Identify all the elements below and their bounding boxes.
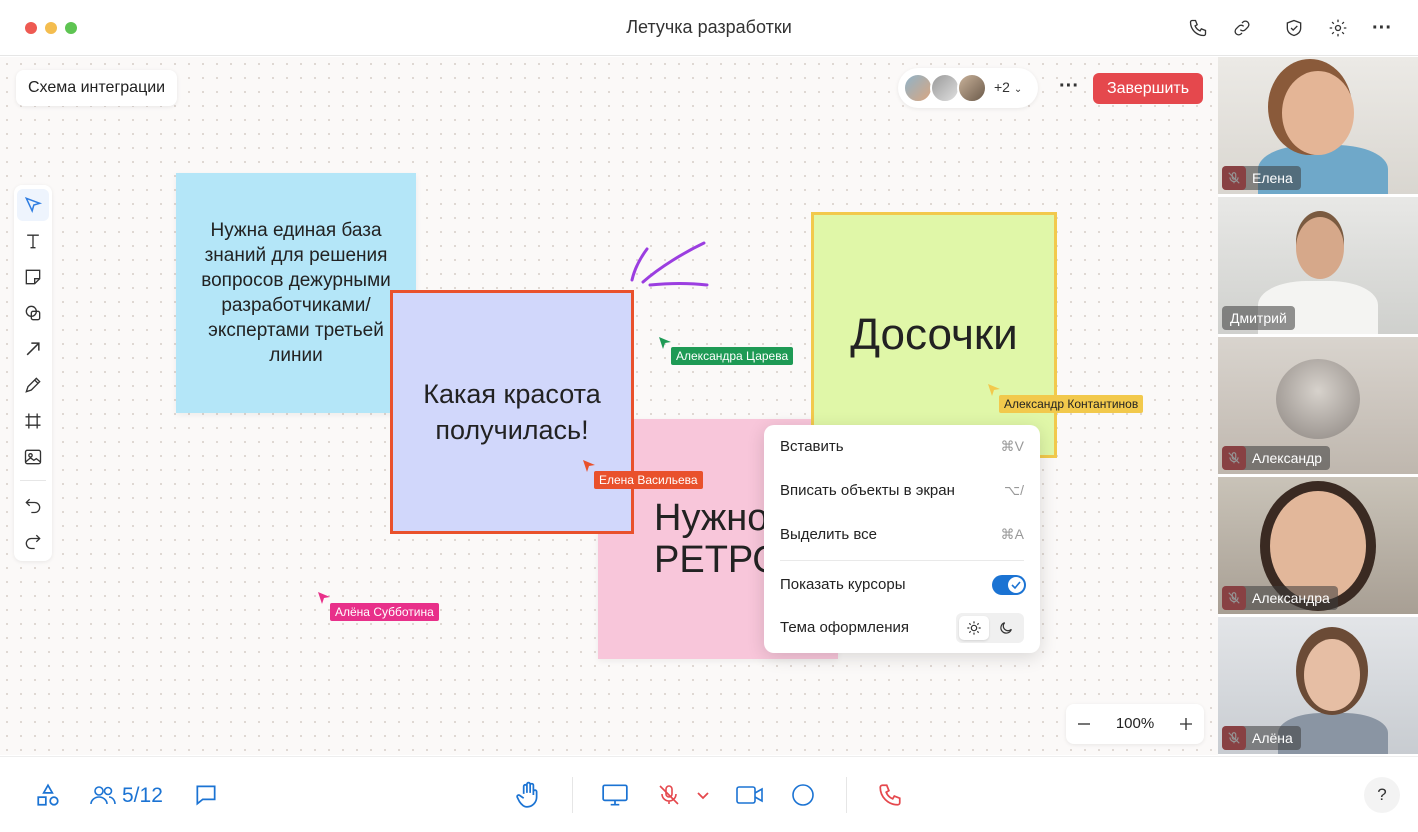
avatar [957, 73, 987, 103]
link-icon[interactable] [1230, 16, 1254, 40]
moon-icon[interactable] [991, 616, 1021, 640]
frame-tool-icon[interactable] [17, 405, 49, 437]
sticky-note-tool-icon[interactable] [17, 261, 49, 293]
cat-silhouette [1276, 359, 1360, 439]
shapes-icon[interactable] [34, 781, 62, 809]
menu-divider [780, 560, 1024, 561]
image-tool-icon[interactable] [17, 441, 49, 473]
select-tool-icon[interactable] [17, 189, 49, 221]
cursor-label: Алёна Субботина [330, 603, 439, 621]
whiteboard-canvas[interactable]: Схема интеграции +2 ⌄ ··· Завершить Нужн… [0, 57, 1218, 755]
toolbar-divider [20, 480, 46, 481]
sticky-note-purple[interactable]: Какая красота получилась! [390, 290, 634, 534]
finish-button[interactable]: Завершить [1093, 73, 1203, 104]
redo-icon[interactable] [17, 525, 49, 557]
participant-name: Дмитрий [1222, 306, 1295, 330]
toggle-knob [1008, 577, 1024, 593]
show-cursors-toggle[interactable] [992, 575, 1026, 595]
avatar [903, 73, 933, 103]
text-tool-icon[interactable] [17, 225, 49, 257]
participant-name: Александра [1222, 586, 1338, 610]
person-silhouette [1296, 217, 1344, 279]
call-controls-bar: 5/12 ? [0, 756, 1418, 832]
phone-icon[interactable] [1186, 16, 1210, 40]
undo-icon[interactable] [17, 489, 49, 521]
pen-drawing[interactable] [625, 237, 715, 287]
person-silhouette [1270, 491, 1366, 601]
participant-name: Елена [1222, 166, 1301, 190]
controls-divider [572, 777, 573, 813]
chevron-down-icon[interactable] [694, 781, 712, 809]
help-button[interactable]: ? [1364, 777, 1400, 813]
controls-divider [846, 777, 847, 813]
video-tile[interactable]: Елена [1218, 57, 1418, 194]
person-silhouette [1282, 71, 1354, 155]
menu-item-paste[interactable]: Вставить ⌘V [780, 435, 1024, 459]
cursor-pointer-icon [659, 337, 671, 349]
context-menu: Вставить ⌘V Вписать объекты в экран ⌥/ В… [764, 425, 1040, 653]
zoom-control: 100% [1066, 704, 1204, 744]
participants-count[interactable]: 5/12 [122, 784, 163, 808]
menu-item-select-all[interactable]: Выделить все ⌘A [780, 523, 1024, 547]
arrow-tool-icon[interactable] [17, 333, 49, 365]
record-icon[interactable] [790, 781, 816, 809]
video-tile[interactable]: Дмитрий [1218, 197, 1418, 334]
check-icon [1011, 581, 1021, 590]
video-tile[interactable]: Александра [1218, 477, 1418, 614]
end-call-icon[interactable] [876, 781, 904, 809]
raise-hand-icon[interactable] [514, 781, 542, 809]
theme-switch [956, 613, 1024, 643]
mic-off-icon[interactable] [656, 781, 682, 809]
more-menu-icon[interactable]: ··· [1370, 16, 1394, 40]
video-tile[interactable]: Алёна [1218, 617, 1418, 754]
cursor-label: Александра Царева [671, 347, 794, 365]
avatar [930, 73, 960, 103]
participant-name: Александр [1222, 446, 1331, 470]
cursor-label: Александр Контантинов [999, 395, 1144, 413]
video-panel: Елена Дмитрий Александр Александра Алёна [1218, 57, 1418, 755]
participants-icon[interactable] [88, 781, 118, 809]
shapes-tool-icon[interactable] [17, 297, 49, 329]
cursor-label: Елена Васильева [594, 471, 703, 489]
menu-item-fit-to-screen[interactable]: Вписать объекты в экран ⌥/ [780, 479, 1024, 503]
screen-share-icon[interactable] [600, 781, 630, 809]
gear-icon[interactable] [1326, 16, 1350, 40]
shield-icon[interactable] [1282, 16, 1306, 40]
board-name[interactable]: Схема интеграции [16, 70, 178, 106]
tools-panel [14, 185, 52, 561]
title-bar: Летучка разработки ··· [0, 0, 1418, 56]
sun-icon[interactable] [959, 616, 989, 640]
pen-tool-icon[interactable] [17, 369, 49, 401]
zoom-in-icon[interactable] [1174, 712, 1198, 736]
sticky-note-blue[interactable]: Нужна единая база знаний для решения воп… [176, 173, 416, 413]
board-header-actions: +2 ⌄ ··· Завершить [898, 68, 1204, 108]
video-tile[interactable]: Александр [1218, 337, 1418, 474]
chevron-down-icon: ⌄ [1013, 84, 1023, 95]
cursor-pointer-icon [318, 592, 330, 604]
menu-item-show-cursors: Показать курсоры [780, 576, 906, 593]
participant-name: Алёна [1222, 726, 1301, 750]
chat-icon[interactable] [192, 781, 220, 809]
more-participants-count: +2 ⌄ [994, 79, 1023, 95]
person-silhouette [1304, 639, 1360, 711]
board-more-icon[interactable]: ··· [1054, 74, 1084, 102]
participants-avatars[interactable]: +2 ⌄ [898, 68, 1038, 108]
camera-icon[interactable] [735, 781, 765, 809]
sticky-note-green[interactable]: Досочки [811, 212, 1057, 458]
